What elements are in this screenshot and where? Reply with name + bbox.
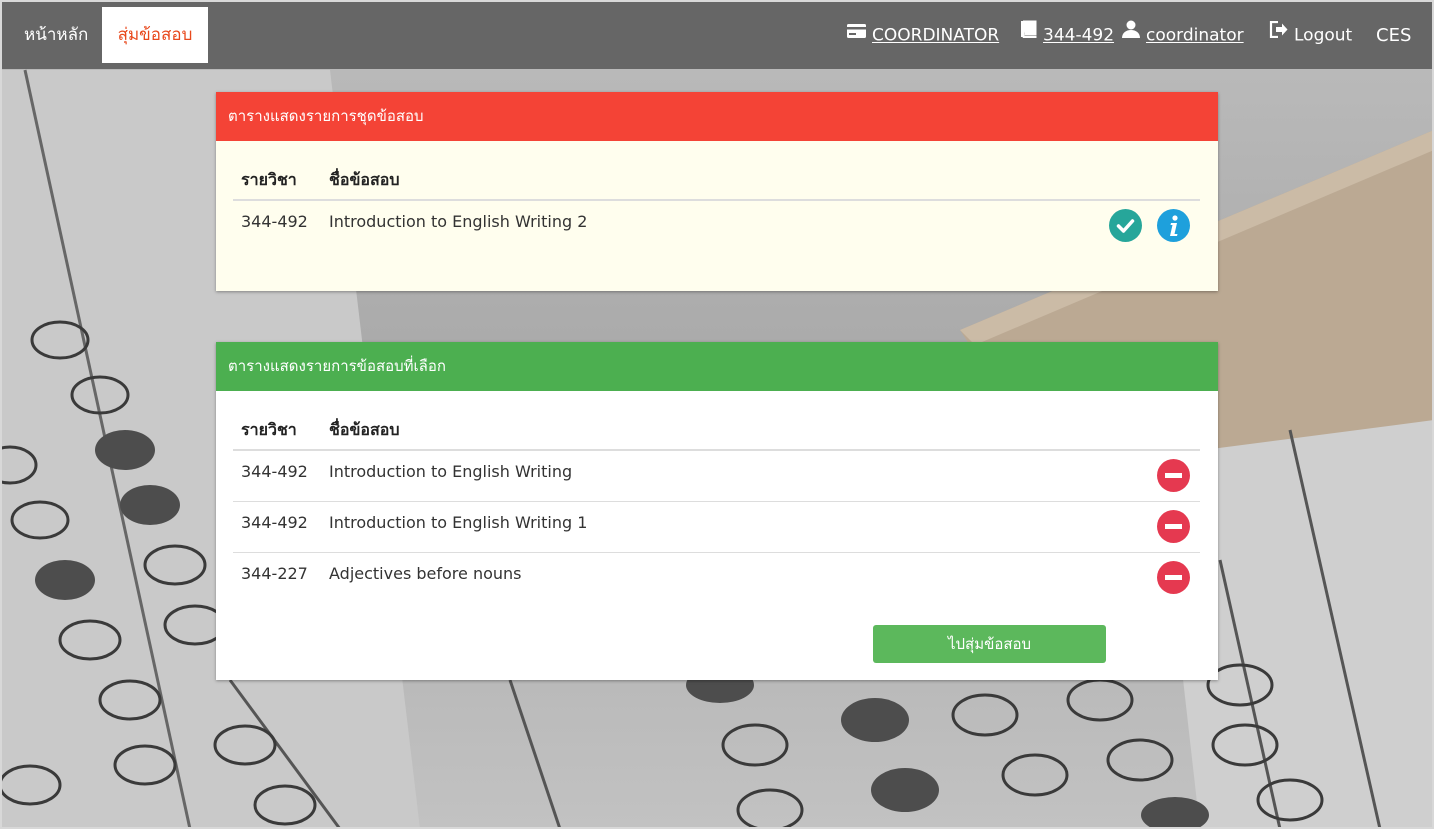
column-header-actions — [946, 160, 1200, 201]
course-code-label[interactable]: 344-492 — [1043, 26, 1114, 46]
exam-info-button[interactable] — [1157, 209, 1190, 242]
remove-exam-button[interactable] — [1157, 459, 1190, 492]
column-header-exam-name: ชื่อข้อสอบ — [329, 160, 947, 201]
table-row: 344-492 Introduction to English Writing — [233, 450, 1200, 501]
exam-name-cell: Introduction to English Writing 1 — [329, 500, 1041, 552]
user-icon — [1122, 0, 1140, 67]
column-header-subject: รายวิชา — [233, 410, 329, 451]
nav-logout-link[interactable]: Logout — [1269, 2, 1352, 69]
table-row: 344-492 Introduction to English Writing … — [233, 500, 1200, 552]
subject-code-cell: 344-227 — [233, 551, 329, 603]
column-header-actions — [1040, 410, 1200, 451]
column-header-subject: รายวิชา — [233, 160, 329, 201]
table-row: 344-492 Introduction to English Writing … — [233, 200, 1200, 251]
id-card-icon — [847, 0, 866, 67]
selected-exams-panel-title: ตารางแสดงรายการข้อสอบที่เลือก — [216, 342, 1218, 391]
table-header-row: รายวิชา ชื่อข้อสอบ — [233, 160, 1200, 201]
exam-sets-table: รายวิชา ชื่อข้อสอบ 344-492 Introduction … — [233, 160, 1200, 251]
table-row: 344-227 Adjectives before nouns — [233, 551, 1200, 603]
row-actions-cell — [947, 200, 1200, 251]
table-header-row: รายวิชา ชื่อข้อสอบ — [233, 410, 1200, 451]
top-navbar: หน้าหลัก สุ่มข้อสอบ COORDINATOR 344-492 … — [2, 2, 1432, 69]
logout-label: Logout — [1294, 25, 1353, 46]
role-label[interactable]: COORDINATOR — [872, 26, 999, 46]
row-actions-cell — [1040, 450, 1200, 501]
exam-name-cell: Adjectives before nouns — [329, 551, 1041, 603]
brand-label[interactable]: CES — [1376, 2, 1411, 69]
nav-user-link[interactable]: coordinator — [1122, 2, 1244, 69]
remove-icon — [1165, 473, 1182, 478]
column-header-exam-name: ชื่อข้อสอบ — [329, 410, 1041, 451]
subject-code-cell: 344-492 — [233, 500, 329, 552]
logout-icon — [1269, 0, 1288, 67]
go-random-exam-button[interactable]: ไปสุ่มข้อสอบ — [873, 625, 1106, 663]
selected-exams-table: รายวิชา ชื่อข้อสอบ 344-492 Introduction … — [233, 410, 1200, 603]
username-label[interactable]: coordinator — [1146, 26, 1244, 46]
nav-course-link[interactable]: 344-492 — [1020, 2, 1114, 69]
exam-name-cell: Introduction to English Writing 2 — [329, 212, 588, 231]
exam-name-cell: Introduction to English Writing — [329, 462, 573, 481]
selected-exams-panel: ตารางแสดงรายการข้อสอบที่เลือก รายวิชา ชื… — [216, 342, 1218, 680]
subject-code-cell: 344-492 — [241, 212, 308, 231]
select-exam-button[interactable] — [1109, 209, 1142, 242]
check-icon — [1116, 219, 1135, 233]
exam-sets-panel-title: ตารางแสดงรายการชุดข้อสอบ — [216, 92, 1218, 141]
nav-role-link[interactable]: COORDINATOR — [847, 2, 999, 69]
exam-sets-panel: ตารางแสดงรายการชุดข้อสอบ รายวิชา ชื่อข้อ… — [216, 92, 1218, 291]
remove-icon — [1165, 574, 1182, 580]
book-icon — [1020, 0, 1037, 67]
subject-code-cell: 344-492 — [241, 462, 308, 481]
remove-exam-button[interactable] — [1157, 509, 1190, 543]
row-actions-cell — [1040, 500, 1200, 552]
remove-exam-button[interactable] — [1157, 560, 1190, 594]
nav-home-link[interactable]: หน้าหลัก — [24, 2, 88, 69]
remove-icon — [1165, 523, 1182, 529]
nav-random-exam-tab[interactable]: สุ่มข้อสอบ — [102, 7, 208, 63]
info-icon — [1170, 215, 1178, 236]
row-actions-cell — [1040, 551, 1200, 603]
